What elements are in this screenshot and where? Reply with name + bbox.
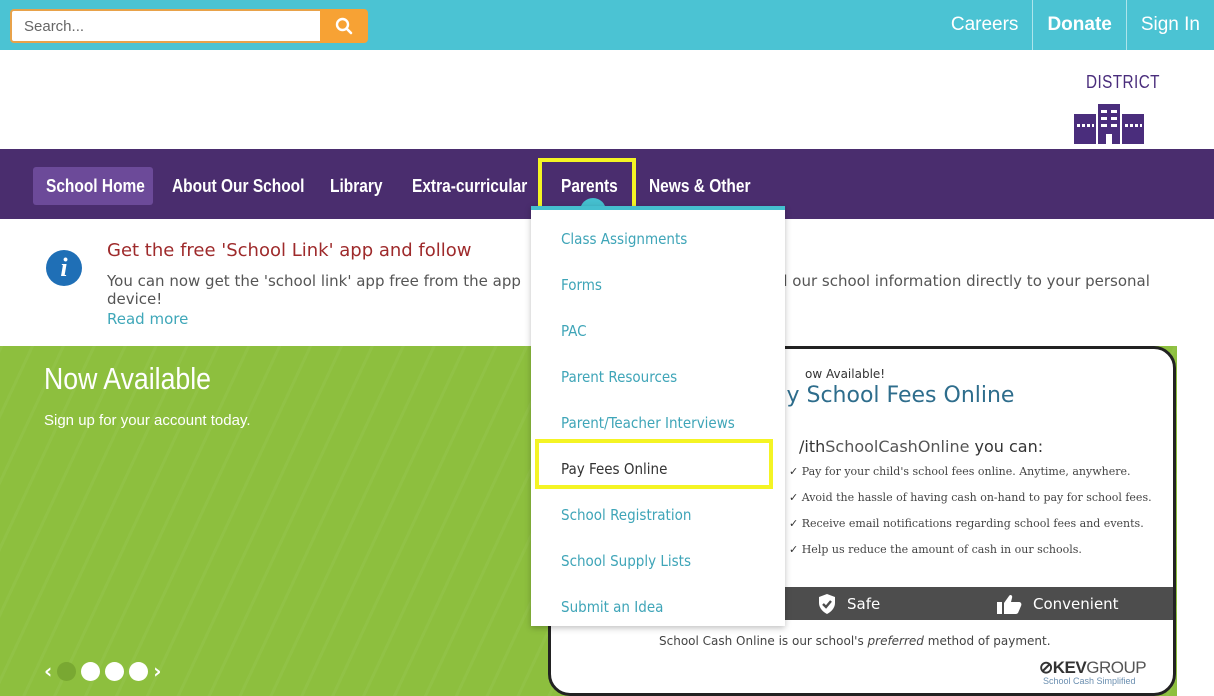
nav-school-home[interactable]: School Home — [33, 167, 153, 205]
nav-about-our-school[interactable]: About Our School — [172, 167, 326, 205]
kevgroup-logo: ⊘KEVGROUP School Cash Simplified — [1039, 658, 1147, 686]
kev-swirl-icon: ⊘ — [1039, 658, 1053, 677]
search-icon — [335, 17, 353, 35]
district-label: DISTRICT — [1086, 72, 1160, 92]
alert-body-end: device! — [107, 290, 163, 308]
donate-link[interactable]: Donate — [1032, 0, 1125, 50]
ad-benefit: Avoid the hassle of having cash on-hand … — [789, 491, 1152, 517]
search-bar — [10, 9, 368, 43]
menu-item-parent-teacher-interviews[interactable]: Parent/Teacher Interviews — [561, 414, 735, 432]
menu-item-pac[interactable]: PAC — [561, 322, 587, 340]
alert-body-left: You can now get the 'school link' app fr… — [107, 272, 521, 290]
sign-in-link[interactable]: Sign In — [1125, 0, 1214, 50]
menu-item-school-supply-lists[interactable]: School Supply Lists — [561, 552, 691, 570]
ad-title: ay School Fees Online — [773, 383, 1015, 408]
alert-title[interactable]: Get the free 'School Link' app and follo… — [107, 240, 472, 261]
ad-convenient: Convenient — [995, 587, 1119, 620]
hero-title: Now Available — [44, 361, 211, 396]
menu-item-forms[interactable]: Forms — [561, 276, 602, 294]
pay-fees-highlight-box — [535, 439, 773, 489]
ad-safe: Safe — [817, 587, 880, 620]
info-icon: i — [46, 250, 82, 286]
nav-extra-curricular[interactable]: Extra-curricular — [412, 167, 546, 205]
menu-item-submit-an-idea[interactable]: Submit an Idea — [561, 598, 663, 616]
top-links: Careers Donate Sign In — [937, 0, 1214, 50]
search-input[interactable] — [10, 9, 320, 43]
slider-controls: ‹ › — [44, 659, 162, 683]
parents-dropdown-menu: Class Assignments Forms PAC Parent Resou… — [531, 206, 785, 626]
ad-benefit: Receive email notifications regarding sc… — [789, 517, 1152, 543]
read-more-link[interactable]: Read more — [107, 310, 188, 328]
hero-subtitle: Sign up for your account today. — [44, 412, 251, 429]
nav-news-and-other[interactable]: News & Other — [649, 167, 767, 205]
slider-dot[interactable] — [81, 661, 101, 681]
menu-item-parent-resources[interactable]: Parent Resources — [561, 368, 677, 386]
menu-item-school-registration[interactable]: School Registration — [561, 506, 691, 524]
ad-benefits-list: Pay for your child's school fees online.… — [789, 465, 1152, 569]
ad-footer-text: School Cash Online is our school's prefe… — [659, 634, 1051, 648]
thumbs-up-icon — [997, 594, 1022, 614]
slider-next-arrow-icon[interactable]: › — [153, 659, 161, 683]
careers-link[interactable]: Careers — [937, 0, 1033, 50]
slider-prev-arrow-icon[interactable]: ‹ — [44, 659, 52, 683]
slider-dot[interactable] — [129, 661, 149, 681]
slider-dot[interactable] — [105, 661, 125, 681]
alert-body-right: all our school information directly to y… — [770, 272, 1150, 290]
district-building-icon[interactable] — [1074, 104, 1144, 144]
top-bar: Careers Donate Sign In — [0, 0, 1214, 50]
nav-library[interactable]: Library — [330, 167, 391, 205]
ad-now-available: ow Available! — [805, 367, 886, 381]
hero-right-margin — [1177, 346, 1214, 696]
search-button[interactable] — [320, 9, 368, 43]
ad-benefit: Help us reduce the amount of cash in our… — [789, 543, 1152, 569]
ad-benefit: Pay for your child's school fees online.… — [789, 465, 1152, 491]
site-header: DISTRICT — [0, 50, 1214, 149]
ad-with-line: /ithSchoolCashOnline you can: — [799, 437, 1044, 456]
slider-dot[interactable] — [57, 661, 77, 681]
menu-item-class-assignments[interactable]: Class Assignments — [561, 230, 687, 248]
shield-check-icon — [819, 593, 835, 614]
